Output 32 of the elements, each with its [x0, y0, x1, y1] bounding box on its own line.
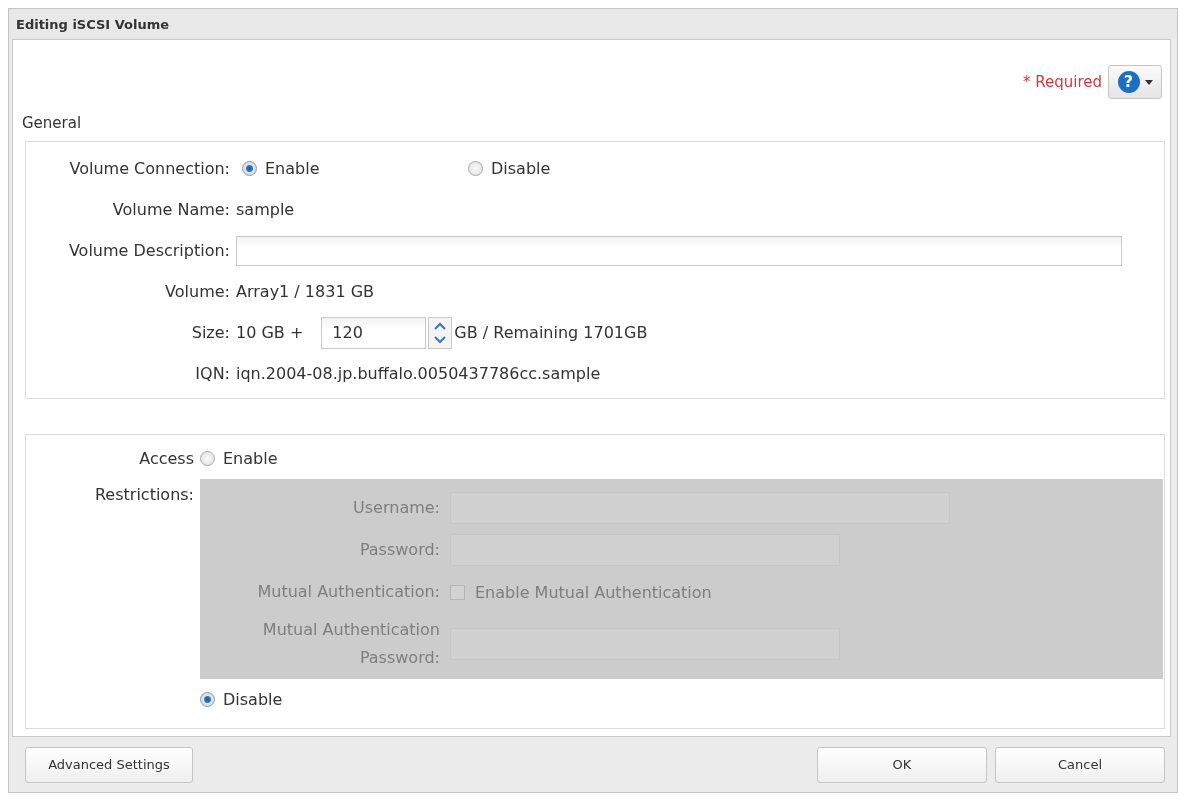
- field-label: Mutual Authentication:: [256, 581, 440, 603]
- field-label: Username:: [352, 497, 440, 519]
- dialog-button[interactable]: OK: [817, 746, 987, 783]
- field-label: Volume Connection:: [68, 159, 230, 178]
- field-label: Size:: [190, 323, 230, 342]
- advanced-settings-button[interactable]: Advanced Settings: [25, 746, 193, 783]
- radio-option[interactable]: Disable: [468, 159, 551, 178]
- section-title: General: [22, 113, 83, 133]
- text-input[interactable]: [236, 235, 1122, 266]
- field-label: Password:: [358, 539, 440, 561]
- field-label: IQN:: [194, 364, 230, 383]
- field-value: sample: [236, 200, 295, 219]
- dialog-button[interactable]: Cancel: [995, 746, 1165, 783]
- radio-option[interactable]: Enable: [200, 443, 1164, 473]
- caret-icon: [1144, 79, 1153, 85]
- radio-option[interactable]: Disable: [200, 684, 1164, 714]
- size-prefix: 10 GB +: [236, 323, 304, 342]
- number-input[interactable]: 120: [321, 316, 427, 349]
- radio-option[interactable]: Enable: [242, 159, 468, 178]
- field-label: Mutual Authentication Password:: [261, 619, 440, 669]
- help-button[interactable]: ?: [1108, 65, 1162, 99]
- field-value: Array1 / 1831 GB: [236, 282, 374, 301]
- size-remaining: GB / Remaining 1701GB: [454, 323, 648, 342]
- window-title: Editing iSCSI Volume: [16, 16, 170, 32]
- field-label: Volume Description:: [67, 241, 230, 260]
- spinner-icon[interactable]: [428, 316, 453, 349]
- required-note: * Required: [1022, 73, 1102, 91]
- field-label: Volume:: [164, 282, 230, 301]
- field-label: Volume Name:: [111, 200, 230, 219]
- field-value: iqn.2004-08.jp.buffalo.0050437786cc.sample: [236, 364, 601, 383]
- field-label: Access Restrictions:: [93, 448, 194, 506]
- help-icon: ?: [1117, 71, 1140, 93]
